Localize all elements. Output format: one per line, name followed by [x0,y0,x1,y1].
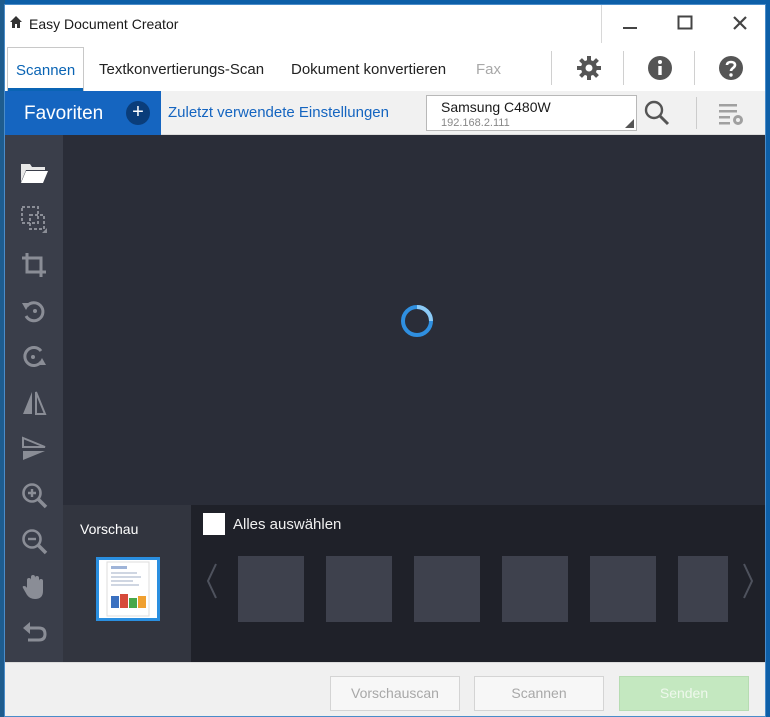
page-slot [678,556,728,622]
device-name: Samsung C480W [441,99,551,115]
tab-separator [694,51,695,85]
add-favorite-button[interactable]: + [126,101,150,125]
crop-icon [22,253,46,277]
tab-bar: Scannen Textkonvertierungs-Scan Dokument… [5,43,765,91]
maximize-button[interactable] [657,5,712,41]
tab-textkonvertierungs-scan[interactable]: Textkonvertierungs-Scan [99,61,264,78]
crop-tool[interactable] [18,249,50,281]
home-icon [10,16,22,28]
recent-settings-link[interactable]: Zuletzt verwendete Einstellungen [168,104,389,121]
undo-icon [23,622,47,642]
settings-button[interactable] [574,53,604,83]
select-all-checkbox[interactable] [203,513,225,535]
favorites-separator [696,97,697,129]
zoom-in-tool[interactable] [18,479,50,511]
preview-label: Vorschau [80,521,139,537]
info-button[interactable] [645,53,675,83]
select-area-icon [21,206,47,233]
flip-horizontal-tool[interactable] [18,387,50,419]
dropdown-arrow-icon [625,119,634,128]
tab-dokument-konvertieren[interactable]: Dokument konvertieren [291,61,446,78]
select-all-label: Alles auswählen [233,516,342,533]
chevron-left-icon[interactable] [205,561,219,601]
info-icon [648,56,672,80]
zoom-out-icon [22,529,48,555]
favorites-label: Favoriten [24,103,104,124]
flip-horizontal-icon [23,391,47,415]
scan-settings-icon[interactable] [717,101,745,127]
page-slot [238,556,304,622]
flip-vertical-icon [22,436,46,460]
tab-scannen[interactable]: Scannen [7,47,84,91]
page-slot [502,556,568,622]
close-button[interactable] [712,5,765,41]
window-title: Easy Document Creator [29,16,179,32]
device-ip: 192.168.2.111 [441,117,510,129]
undo-tool[interactable] [18,617,50,649]
page-slot [326,556,392,622]
open-folder-tool[interactable] [18,157,50,189]
send-button[interactable]: Senden [619,676,749,711]
search-icon[interactable] [643,99,671,127]
device-select[interactable]: Samsung C480W 192.168.2.111 [426,95,637,131]
tab-separator [623,51,624,85]
help-icon [719,56,743,80]
preview-panel: Vorschau [63,505,191,662]
flip-vertical-tool[interactable] [18,433,50,465]
title-bar: Easy Document Creator [5,5,765,43]
rotate-left-tool[interactable] [18,295,50,327]
select-area-tool[interactable] [18,203,50,235]
loading-spinner-icon [401,305,433,337]
zoom-out-tool[interactable] [18,525,50,557]
zoom-in-icon [22,483,48,509]
chevron-right-icon[interactable] [741,561,755,601]
favorites-bar: Favoriten + Zuletzt verwendete Einstellu… [5,91,765,135]
scan-button[interactable]: Scannen [474,676,604,711]
action-footer: Vorschauscan Scannen Senden [5,662,765,716]
favorites-button[interactable]: Favoriten + [5,91,161,135]
help-button[interactable] [716,53,746,83]
page-slot [414,556,480,622]
app-window: Easy Document Creator Scannen Textkonver… [4,4,766,717]
rotate-left-icon [22,301,45,323]
close-icon [732,16,747,30]
document-thumbnail-icon [106,561,150,617]
folder-open-icon [21,164,48,183]
hand-pan-icon [22,575,43,599]
minimize-button[interactable] [602,5,657,41]
maximize-icon [677,15,692,30]
scanned-pages-strip: Alles auswählen [191,505,765,662]
page-slot [590,556,656,622]
minimize-icon [622,27,637,29]
rotate-right-tool[interactable] [18,341,50,373]
gear-icon [577,56,601,80]
tab-fax[interactable]: Fax [476,61,501,78]
scan-canvas[interactable] [63,135,765,505]
hand-pan-tool[interactable] [18,571,50,603]
prescan-button[interactable]: Vorschauscan [330,676,460,711]
preview-thumbnail[interactable] [96,557,160,621]
tab-separator [551,51,552,85]
rotate-right-icon [23,346,46,367]
image-tools-toolbar [5,135,63,662]
